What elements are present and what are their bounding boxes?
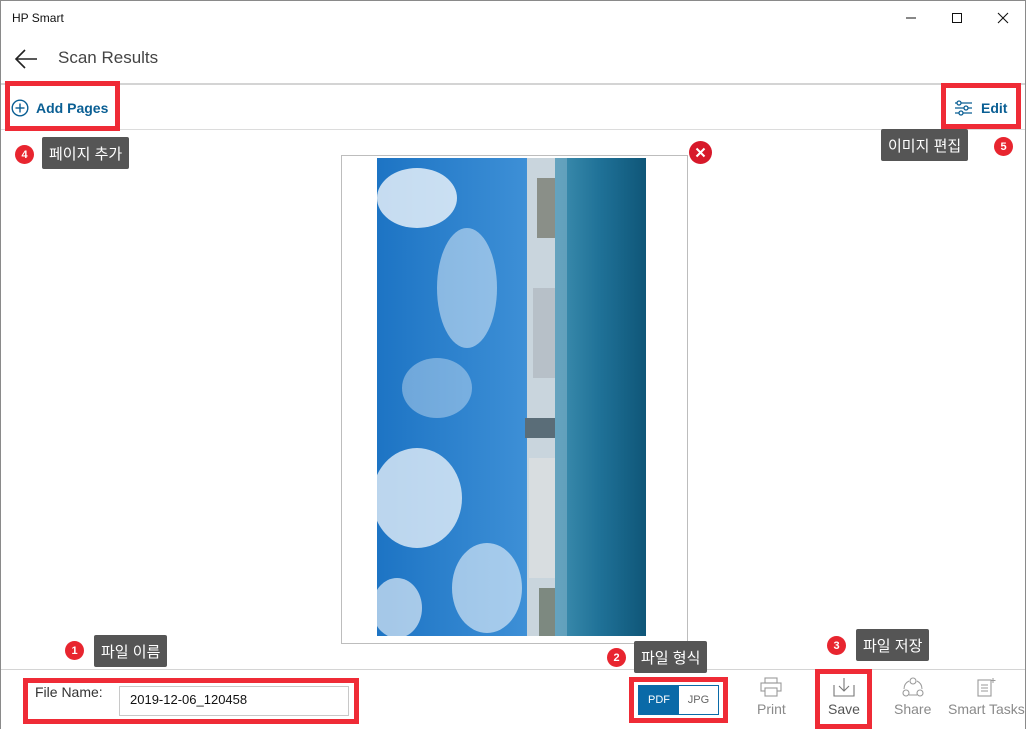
- maximize-icon: [952, 13, 962, 23]
- app-title: HP Smart: [12, 11, 64, 25]
- highlight-edit: [941, 83, 1021, 129]
- app-window: HP Smart Scan Results Add Pages Edit Fil…: [0, 0, 1026, 729]
- minimize-icon: [906, 17, 916, 19]
- callout-tip-save-file: 파일 저장: [856, 629, 930, 661]
- smart-tasks-button[interactable]: Smart Tasks: [948, 677, 1025, 717]
- smart-tasks-label: Smart Tasks: [948, 701, 1025, 717]
- share-label: Share: [894, 701, 932, 717]
- close-icon: [997, 12, 1009, 24]
- title-bar: HP Smart: [1, 1, 1025, 35]
- minimize-button[interactable]: [888, 1, 934, 35]
- callout-badge-4: 4: [15, 145, 34, 164]
- back-arrow-icon: [14, 49, 37, 69]
- print-label: Print: [757, 701, 786, 717]
- close-button[interactable]: [980, 1, 1026, 35]
- callout-tip-file-name: 파일 이름: [94, 635, 168, 667]
- share-icon: [902, 677, 924, 697]
- callout-badge-3: 3: [827, 636, 846, 655]
- callout-badge-1: 1: [65, 641, 84, 660]
- scanned-photo: [377, 158, 646, 636]
- toolbar: Add Pages Edit: [1, 83, 1025, 130]
- smart-tasks-icon: [977, 678, 996, 697]
- highlight-add-pages: [5, 81, 120, 131]
- maximize-button[interactable]: [934, 1, 980, 35]
- callout-badge-2: 2: [607, 648, 626, 667]
- callout-tip-add-pages: 페이지 추가: [42, 137, 130, 169]
- callout-tip-edit-image: 이미지 편집: [881, 129, 969, 161]
- highlight-file-name: [23, 678, 359, 724]
- callout-tip-file-format: 파일 형식: [634, 641, 708, 673]
- back-button[interactable]: [12, 45, 40, 73]
- scanned-page-image[interactable]: [377, 158, 646, 636]
- remove-page-button[interactable]: [689, 141, 712, 164]
- callout-badge-5: 5: [994, 137, 1013, 156]
- highlight-save: [815, 669, 872, 729]
- share-button[interactable]: Share: [894, 677, 931, 717]
- printer-icon: [760, 677, 782, 697]
- highlight-file-format: [629, 677, 728, 723]
- page-title: Scan Results: [58, 48, 159, 67]
- print-button[interactable]: Print: [757, 677, 786, 717]
- remove-x-icon: [695, 147, 706, 158]
